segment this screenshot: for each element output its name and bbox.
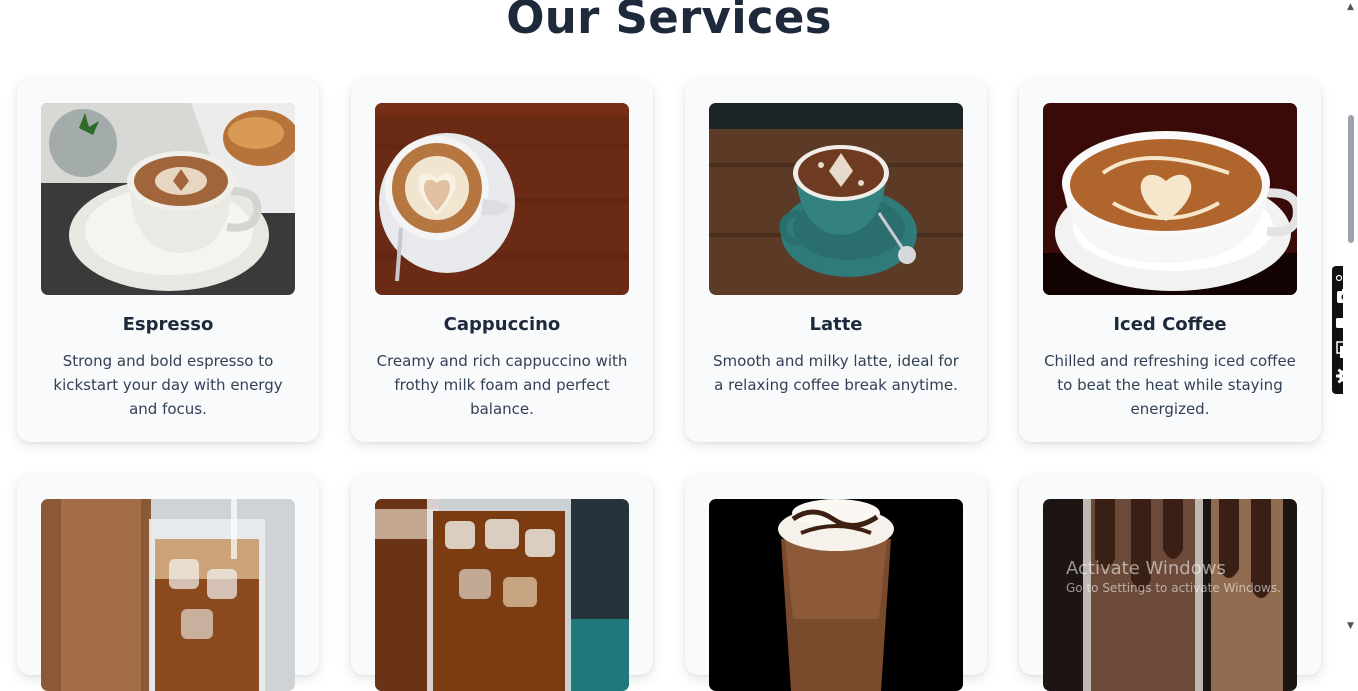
- latte-image: [709, 103, 963, 295]
- page-title: Our Services: [506, 0, 832, 44]
- service-description: Chilled and refreshing iced coffee to be…: [1044, 352, 1296, 418]
- service-card-espresso[interactable]: Espresso Strong and bold espresso to kic…: [17, 79, 319, 442]
- espresso-image: [41, 103, 295, 295]
- scroll-thumb[interactable]: [1348, 115, 1354, 243]
- iced-coffee-image: [1043, 103, 1297, 295]
- service-description: Strong and bold espresso to kickstart yo…: [53, 352, 283, 418]
- mocha-shake-image: [1043, 499, 1297, 691]
- service-card-iced-coffee[interactable]: Iced Coffee Chilled and refreshing iced …: [1019, 79, 1321, 442]
- service-name: Latte: [809, 314, 863, 335]
- service-card-mocha-shake[interactable]: [1019, 475, 1321, 691]
- service-name: Iced Coffee: [1113, 314, 1227, 335]
- scroll-up-arrow[interactable]: ▲: [1346, 3, 1355, 12]
- frappe-image: [709, 499, 963, 691]
- iced-latte-image: [41, 499, 295, 691]
- vertical-scrollbar[interactable]: ▲ ▼: [1343, 0, 1358, 635]
- service-card-frappe[interactable]: [685, 475, 987, 691]
- service-name: Cappuccino: [443, 314, 561, 335]
- service-card-latte[interactable]: Latte Smooth and milky latte, ideal for …: [685, 79, 987, 442]
- service-name: Espresso: [122, 314, 214, 335]
- service-description: Smooth and milky latte, ideal for a rela…: [713, 352, 959, 394]
- service-card-cappuccino[interactable]: Cappuccino Creamy and rich cappuccino wi…: [351, 79, 653, 442]
- scroll-down-arrow[interactable]: ▼: [1346, 622, 1355, 631]
- service-card-iced-latte[interactable]: [17, 475, 319, 691]
- cold-brew-image: [375, 499, 629, 691]
- cappuccino-image: [375, 103, 629, 295]
- service-description: Creamy and rich cappuccino with frothy m…: [376, 352, 628, 418]
- service-card-cold-brew[interactable]: [351, 475, 653, 691]
